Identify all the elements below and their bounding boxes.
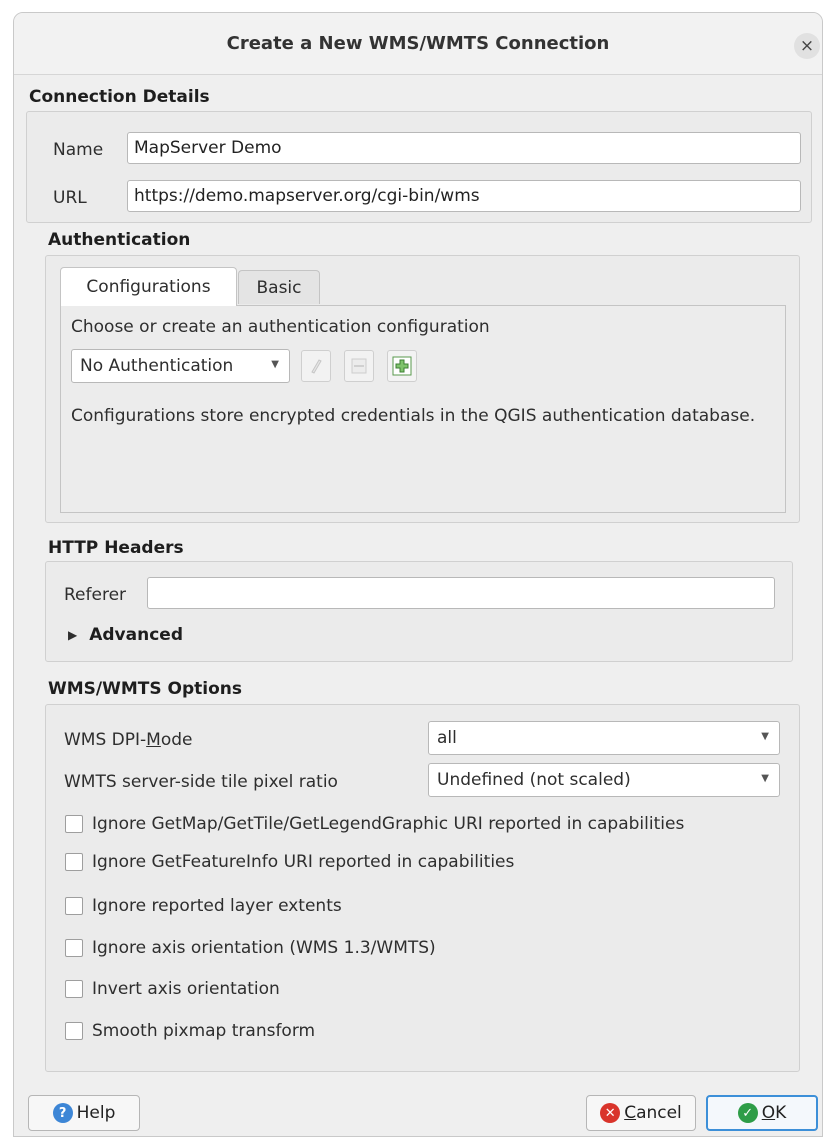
invert-axis-orientation-checkbox[interactable]: Invert axis orientation xyxy=(65,979,280,999)
dpi-mode-label-post: ode xyxy=(160,730,193,750)
ignore-axis-orientation-checkbox[interactable]: Ignore axis orientation (WMS 1.3/WMTS) xyxy=(65,938,436,958)
help-button-label: Help xyxy=(76,1103,116,1123)
authentication-heading: Authentication xyxy=(48,230,191,250)
checkbox-label: Ignore reported layer extents xyxy=(92,896,342,916)
triangle-right-icon: ▶ xyxy=(68,628,78,642)
wms-options-group xyxy=(45,704,800,1072)
title-bar: Create a New WMS/WMTS Connection × xyxy=(14,13,822,75)
dialog-title: Create a New WMS/WMTS Connection xyxy=(226,33,610,54)
remove-config-button[interactable] xyxy=(344,350,374,382)
wms-options-heading: WMS/WMTS Options xyxy=(48,679,243,699)
help-icon: ? xyxy=(52,1103,73,1123)
dpi-mode-value: all xyxy=(437,728,457,748)
auth-prompt: Choose or create an authentication confi… xyxy=(71,317,490,337)
name-label: Name xyxy=(53,140,104,160)
cancel-mnemonic: C xyxy=(624,1103,637,1123)
checkbox-label: Ignore GetMap/GetTile/GetLegendGraphic U… xyxy=(92,814,685,834)
cancel-button[interactable]: ✕ Cancel xyxy=(586,1095,696,1131)
dpi-mode-select[interactable]: all ▼ xyxy=(428,721,780,755)
cancel-icon: ✕ xyxy=(600,1103,621,1123)
url-label: URL xyxy=(53,188,87,208)
ok-mnemonic: O xyxy=(761,1103,776,1123)
chevron-down-icon: ▼ xyxy=(761,773,769,784)
dpi-mode-label: WMS DPI-Mode xyxy=(64,730,193,750)
checkbox-label: Invert axis orientation xyxy=(92,979,280,999)
close-button[interactable]: × xyxy=(794,33,820,59)
name-input[interactable]: MapServer Demo xyxy=(127,132,801,164)
ignore-layer-extents-checkbox[interactable]: Ignore reported layer extents xyxy=(65,896,342,916)
advanced-label: Advanced xyxy=(89,625,183,645)
checkbox-label: Smooth pixmap transform xyxy=(92,1021,316,1041)
pencil-icon xyxy=(311,359,322,374)
edit-config-button[interactable] xyxy=(301,350,331,382)
add-config-button[interactable] xyxy=(387,350,417,382)
referer-label: Referer xyxy=(64,585,127,605)
tile-ratio-label: WMTS server-side tile pixel ratio xyxy=(64,772,338,792)
ok-button[interactable]: ✓ OK xyxy=(706,1095,818,1131)
auth-info-text: Configurations store encrypted credentia… xyxy=(71,406,756,426)
http-headers-heading: HTTP Headers xyxy=(48,538,184,558)
advanced-toggle[interactable]: ▶ Advanced xyxy=(68,625,183,645)
checkbox-box[interactable] xyxy=(65,853,83,871)
tile-ratio-value: Undefined (not scaled) xyxy=(437,770,631,790)
checkbox-label: Ignore axis orientation (WMS 1.3/WMTS) xyxy=(92,938,436,958)
referer-input[interactable] xyxy=(147,577,775,609)
plus-icon xyxy=(392,356,412,376)
ok-button-label: OK xyxy=(762,1103,787,1123)
tab-configurations[interactable]: Configurations xyxy=(60,267,237,306)
chevron-down-icon: ▼ xyxy=(271,359,279,370)
smooth-pixmap-transform-checkbox[interactable]: Smooth pixmap transform xyxy=(65,1021,315,1041)
auth-config-value: No Authentication xyxy=(80,356,234,376)
url-input[interactable]: https://demo.mapserver.org/cgi-bin/wms xyxy=(127,180,801,212)
dpi-mode-label-mnemonic: M xyxy=(146,730,161,750)
connection-details-heading: Connection Details xyxy=(29,87,210,107)
wms-connection-dialog: Create a New WMS/WMTS Connection × Conne… xyxy=(13,12,823,1137)
auth-config-select[interactable]: No Authentication ▼ xyxy=(71,349,290,383)
help-button[interactable]: ? Help xyxy=(28,1095,140,1131)
ignore-getfeatureinfo-uri-checkbox[interactable]: Ignore GetFeatureInfo URI reported in ca… xyxy=(65,852,514,872)
checkbox-box[interactable] xyxy=(65,1022,83,1040)
close-icon: × xyxy=(799,36,815,56)
checkbox-box[interactable] xyxy=(65,939,83,957)
ignore-getmap-uri-checkbox[interactable]: Ignore GetMap/GetTile/GetLegendGraphic U… xyxy=(65,814,684,834)
cancel-button-label: Cancel xyxy=(624,1103,682,1123)
checkbox-box[interactable] xyxy=(65,980,83,998)
cancel-rest: ancel xyxy=(636,1103,682,1123)
minus-icon xyxy=(351,358,367,374)
checkbox-box[interactable] xyxy=(65,897,83,915)
checkbox-box[interactable] xyxy=(65,815,83,833)
chevron-down-icon: ▼ xyxy=(761,731,769,742)
check-icon: ✓ xyxy=(737,1103,758,1123)
checkbox-label: Ignore GetFeatureInfo URI reported in ca… xyxy=(92,852,515,872)
ok-rest: K xyxy=(775,1103,787,1123)
tile-ratio-select[interactable]: Undefined (not scaled) ▼ xyxy=(428,763,780,797)
dpi-mode-label-pre: WMS DPI- xyxy=(64,730,147,750)
tab-basic[interactable]: Basic xyxy=(238,270,320,304)
